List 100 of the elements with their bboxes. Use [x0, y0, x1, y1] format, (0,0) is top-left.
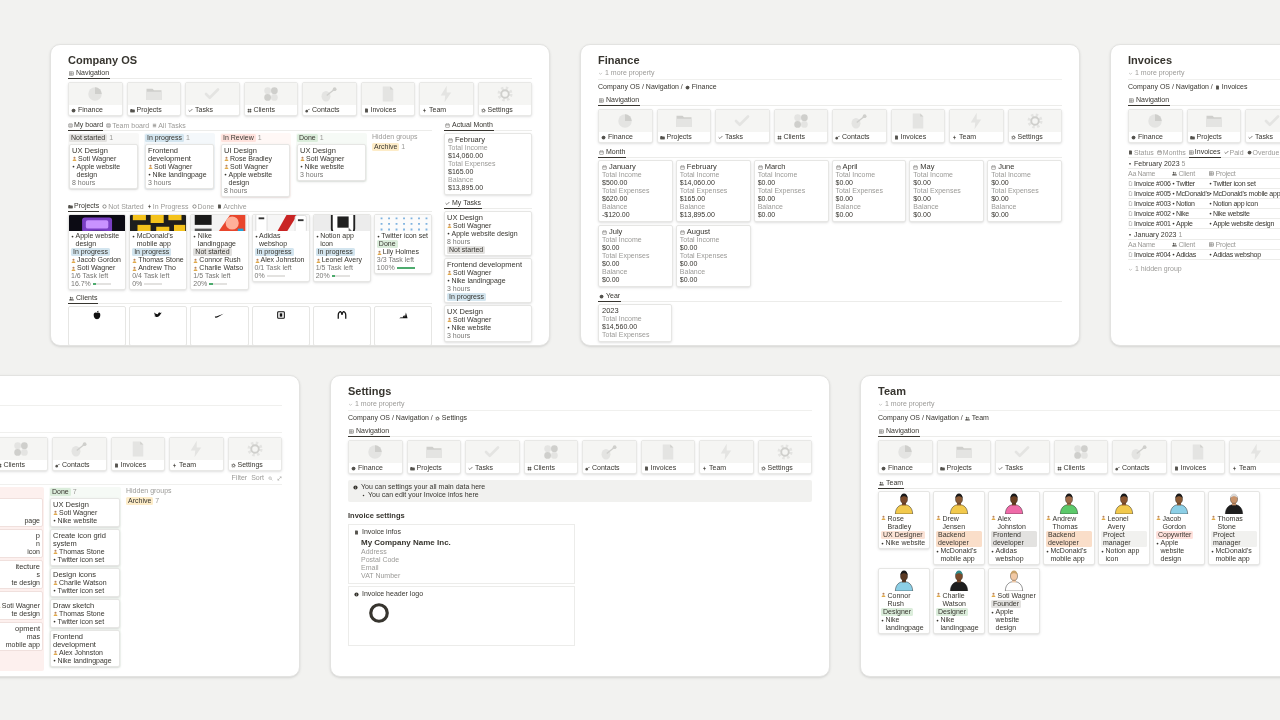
- project-icon: [991, 549, 994, 553]
- avatar-icon: [193, 265, 199, 271]
- project-icon: [254, 234, 258, 238]
- pin-icon: [600, 443, 619, 461]
- project-icon: [936, 549, 939, 553]
- project-icon: [1211, 549, 1214, 553]
- chevron-icon[interactable]: [598, 70, 603, 76]
- project-icon: [193, 234, 197, 238]
- calendar-icon: [599, 149, 604, 155]
- caret-icon[interactable]: [1128, 162, 1132, 166]
- settings-icon: [1010, 134, 1016, 140]
- chevron-icon[interactable]: [878, 401, 883, 407]
- check-icon: [445, 200, 450, 206]
- pie-chart-icon: [601, 134, 606, 140]
- table-icon: [879, 428, 884, 434]
- circles-icon: [261, 85, 280, 103]
- circles-icon: [776, 134, 782, 140]
- check-icon: [718, 134, 723, 140]
- document-icon: [354, 529, 359, 535]
- avatar-icon: [193, 257, 199, 263]
- calendar-icon: [448, 137, 453, 143]
- calendar-icon: [445, 122, 450, 128]
- project-icon: [53, 659, 56, 662]
- client-icon: [1172, 192, 1175, 195]
- client-card[interactable]: [68, 306, 127, 345]
- bird-logo-icon: [153, 310, 164, 320]
- project-icon: [1209, 212, 1212, 215]
- fruit-logo-icon: [92, 310, 103, 320]
- avatar-icon: [224, 164, 229, 169]
- calendar-icon: [835, 164, 841, 170]
- avatar-icon: [224, 156, 229, 161]
- company-name: My Company Name Inc.: [360, 538, 452, 549]
- project-icon: [1101, 549, 1104, 553]
- folder-icon: [68, 203, 73, 209]
- status-icon: [102, 204, 108, 209]
- search-icon[interactable]: [268, 475, 273, 481]
- folder-icon: [129, 107, 135, 113]
- circles-icon: [541, 443, 560, 461]
- calendar-icon: [913, 164, 919, 170]
- project-icon: [53, 558, 56, 561]
- avatar-icon: [71, 265, 76, 271]
- project-icon: [224, 173, 227, 176]
- caret-icon[interactable]: [1128, 233, 1132, 237]
- project-icon: [53, 620, 56, 623]
- client-card[interactable]: [312, 306, 371, 345]
- settings-icon: [230, 462, 236, 468]
- project-icon: [447, 326, 450, 329]
- people-icon: [1172, 242, 1177, 247]
- table-icon: [599, 97, 604, 103]
- project-icon: [447, 232, 450, 235]
- chevron-icon[interactable]: [1128, 266, 1133, 272]
- project-icon: [53, 519, 56, 522]
- client-icon: [1172, 182, 1175, 185]
- pie-chart-icon: [1146, 112, 1165, 130]
- client-icon: [1172, 202, 1175, 205]
- page-title: Company OS: [68, 54, 139, 67]
- document-icon: [363, 107, 369, 113]
- avatar-icon: [376, 249, 382, 255]
- expand-icon[interactable]: [277, 475, 282, 481]
- pin-icon: [70, 440, 89, 458]
- avatar-icon: [447, 317, 452, 322]
- pie-chart-icon: [896, 443, 915, 461]
- check-icon: [1223, 150, 1229, 155]
- check-icon: [1248, 134, 1253, 140]
- client-card[interactable]: [129, 306, 188, 345]
- folder-icon: [659, 134, 665, 140]
- settings-icon: [760, 465, 766, 471]
- folder-icon: [1189, 134, 1195, 140]
- project-icon: [71, 234, 74, 238]
- project-icon: [1209, 182, 1212, 185]
- project-icon: [1209, 192, 1212, 195]
- avatar-icon: [936, 515, 941, 520]
- pie-chart-icon: [616, 112, 635, 130]
- circles-icon: [246, 107, 252, 113]
- calendar-icon: [679, 164, 685, 170]
- lightning-icon: [1232, 465, 1237, 471]
- check-icon: [998, 465, 1003, 471]
- circles-icon: [11, 440, 30, 458]
- project-icon: [72, 165, 75, 168]
- chevron-icon[interactable]: [348, 401, 353, 407]
- avatar-icon: [991, 515, 996, 520]
- page-title: Settings: [348, 385, 393, 398]
- calendar-icon: [757, 164, 763, 170]
- document-icon: [643, 465, 649, 471]
- settings-icon: [480, 107, 486, 113]
- client-card[interactable]: [190, 306, 249, 345]
- people-icon: [69, 295, 74, 301]
- calendar-icon: [602, 229, 607, 235]
- avatar-icon: [1101, 515, 1106, 520]
- circles-icon: [791, 112, 810, 130]
- settings-icon: [434, 415, 440, 421]
- chevron-icon[interactable]: [1128, 70, 1133, 76]
- calendar-icon: [1156, 150, 1162, 155]
- client-card[interactable]: [373, 306, 432, 345]
- table-icon: [1209, 242, 1214, 247]
- avatar-icon: [53, 510, 58, 515]
- client-card[interactable]: [251, 306, 310, 345]
- board-icon: [106, 123, 112, 128]
- circles-icon: [1056, 465, 1062, 471]
- client-icon: [1172, 212, 1175, 215]
